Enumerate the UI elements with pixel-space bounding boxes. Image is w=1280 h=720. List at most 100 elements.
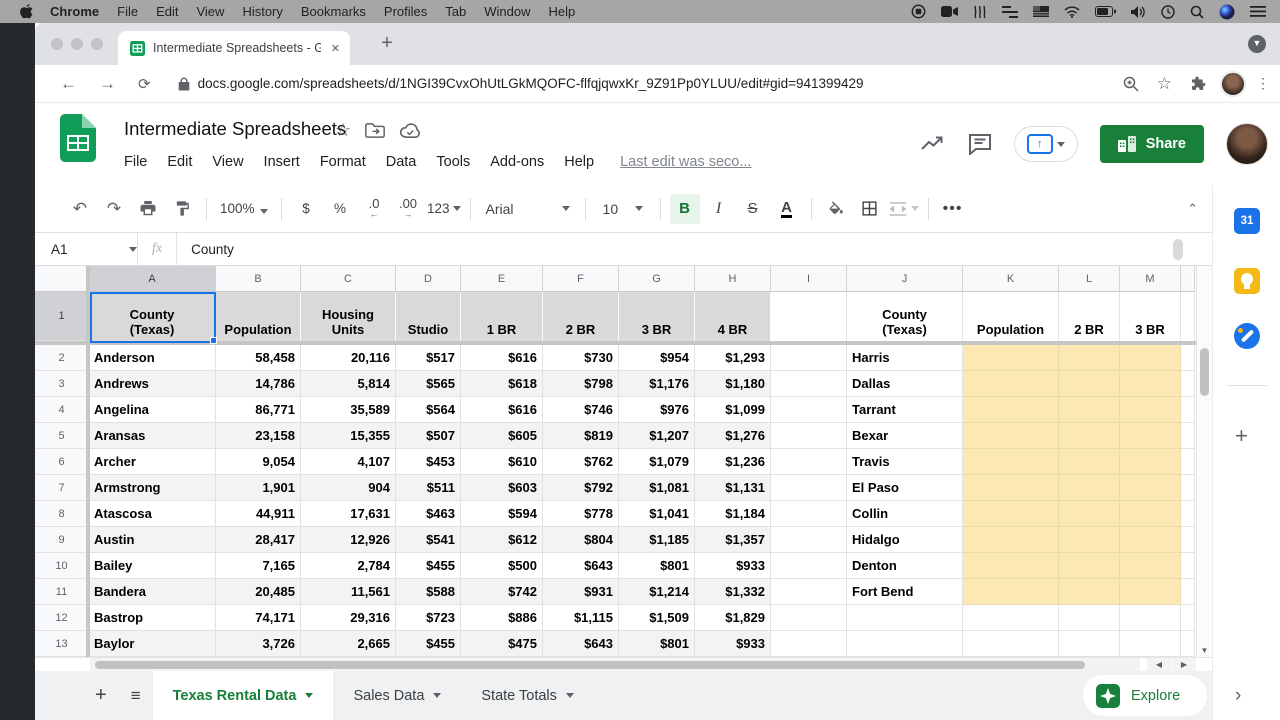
row-header-2[interactable]: 2 (35, 345, 89, 371)
cell-C2[interactable]: 20,116 (301, 345, 396, 371)
select-all-corner[interactable] (35, 266, 89, 292)
cell-J1[interactable]: County (Texas) (847, 292, 963, 341)
cell-H13[interactable]: $933 (695, 631, 771, 657)
cell-E11[interactable]: $742 (461, 579, 543, 605)
cell-K7[interactable] (963, 475, 1059, 501)
menu-tools[interactable]: Tools (426, 151, 480, 173)
add-sheet-button[interactable]: + (83, 684, 119, 707)
cell-A7[interactable]: Armstrong (89, 475, 216, 501)
cell-G8[interactable]: $1,041 (619, 501, 695, 527)
row-header-3[interactable]: 3 (35, 371, 89, 397)
cell-F11[interactable]: $931 (543, 579, 619, 605)
menu-insert[interactable]: Insert (254, 151, 310, 173)
bold-button[interactable]: B (670, 194, 700, 224)
cell-D9[interactable]: $541 (396, 527, 461, 553)
column-header-H[interactable]: H (695, 266, 771, 292)
name-box-caret[interactable] (129, 247, 137, 252)
cell-L1[interactable]: 2 BR (1059, 292, 1120, 341)
cell-D12[interactable]: $723 (396, 605, 461, 631)
cell-K4[interactable] (963, 397, 1059, 423)
cell-F8[interactable]: $778 (543, 501, 619, 527)
cell-I9[interactable] (771, 527, 847, 553)
cell-A5[interactable]: Aransas (89, 423, 216, 449)
cell-F9[interactable]: $804 (543, 527, 619, 553)
cell-H5[interactable]: $1,276 (695, 423, 771, 449)
row-header-6[interactable]: 6 (35, 449, 89, 475)
cell-J2[interactable]: Harris (847, 345, 963, 371)
cell-J9[interactable]: Hidalgo (847, 527, 963, 553)
cell-I10[interactable] (771, 553, 847, 579)
apple-icon[interactable] (20, 4, 33, 19)
italic-button[interactable]: I (704, 194, 734, 224)
cell-E10[interactable]: $500 (461, 553, 543, 579)
cell-G7[interactable]: $1,081 (619, 475, 695, 501)
google-sheets-logo[interactable] (60, 114, 96, 162)
cell-J7[interactable]: El Paso (847, 475, 963, 501)
stats-icon[interactable] (920, 134, 946, 154)
cell-F13[interactable]: $643 (543, 631, 619, 657)
cell-K1[interactable]: Population (963, 292, 1059, 341)
cell-L4[interactable] (1059, 397, 1120, 423)
cell-K10[interactable] (963, 553, 1059, 579)
present-dropdown-caret[interactable] (1057, 142, 1065, 147)
cell-F2[interactable]: $730 (543, 345, 619, 371)
cell-I7[interactable] (771, 475, 847, 501)
cell-L9[interactable] (1059, 527, 1120, 553)
menubar-item-history[interactable]: History (233, 4, 291, 19)
scroll-down-button[interactable]: ▼ (1197, 646, 1212, 655)
cell-G4[interactable]: $976 (619, 397, 695, 423)
menubar-item-profiles[interactable]: Profiles (375, 4, 436, 19)
cell-D4[interactable]: $564 (396, 397, 461, 423)
row-header-11[interactable]: 11 (35, 579, 89, 605)
reload-button[interactable]: ⟳ (127, 75, 162, 93)
cell-M8[interactable] (1120, 501, 1181, 527)
account-avatar[interactable] (1226, 123, 1268, 165)
menubar-item-edit[interactable]: Edit (147, 4, 187, 19)
row-header-5[interactable]: 5 (35, 423, 89, 449)
horizontal-scrollbar[interactable]: ◀ ▶ (35, 657, 1280, 671)
forward-button[interactable]: → (88, 74, 127, 94)
font-size-select[interactable]: 10 (595, 194, 651, 224)
cell-M12[interactable] (1120, 605, 1181, 631)
cell-G5[interactable]: $1,207 (619, 423, 695, 449)
cell-I5[interactable] (771, 423, 847, 449)
cell-M13[interactable] (1120, 631, 1181, 657)
cell-J11[interactable]: Fort Bend (847, 579, 963, 605)
vertical-scrollbar[interactable]: ▼ (1196, 266, 1212, 657)
sheet-tab-state-totals[interactable]: State Totals (461, 671, 594, 720)
name-box[interactable]: A1 (35, 242, 137, 257)
cell-H1[interactable]: 4 BR (695, 292, 771, 341)
collapse-toolbar-button[interactable]: ⌃ (1187, 201, 1198, 217)
cell-B4[interactable]: 86,771 (216, 397, 301, 423)
cell-J5[interactable]: Bexar (847, 423, 963, 449)
cell-M10[interactable] (1120, 553, 1181, 579)
cell-H3[interactable]: $1,180 (695, 371, 771, 397)
keep-icon[interactable] (1234, 268, 1260, 294)
row-header-13[interactable]: 13 (35, 631, 89, 657)
cell-L3[interactable] (1059, 371, 1120, 397)
column-header-F[interactable]: F (543, 266, 619, 292)
cell-A4[interactable]: Angelina (89, 397, 216, 423)
expand-side-panel-button[interactable]: › (1235, 685, 1241, 707)
menu-format[interactable]: Format (310, 151, 376, 173)
cell-G6[interactable]: $1,079 (619, 449, 695, 475)
column-header-A[interactable]: A (89, 266, 216, 292)
move-folder-icon[interactable] (365, 122, 385, 139)
cell-L7[interactable] (1059, 475, 1120, 501)
row-header-8[interactable]: 8 (35, 501, 89, 527)
cell-A10[interactable]: Bailey (89, 553, 216, 579)
cell-B10[interactable]: 7,165 (216, 553, 301, 579)
close-tab-icon[interactable]: ✕ (329, 40, 342, 57)
cell-J3[interactable]: Dallas (847, 371, 963, 397)
cell-C4[interactable]: 35,589 (301, 397, 396, 423)
cell-K13[interactable] (963, 631, 1059, 657)
cell-G2[interactable]: $954 (619, 345, 695, 371)
record-icon[interactable] (911, 4, 926, 19)
cell-H10[interactable]: $933 (695, 553, 771, 579)
cell-C8[interactable]: 17,631 (301, 501, 396, 527)
column-header-L[interactable]: L (1059, 266, 1120, 292)
cell-A11[interactable]: Bandera (89, 579, 216, 605)
browser-tab[interactable]: Intermediate Spreadsheets - G ✕ (118, 31, 350, 65)
menubar-item-view[interactable]: View (187, 4, 233, 19)
cell-I3[interactable] (771, 371, 847, 397)
